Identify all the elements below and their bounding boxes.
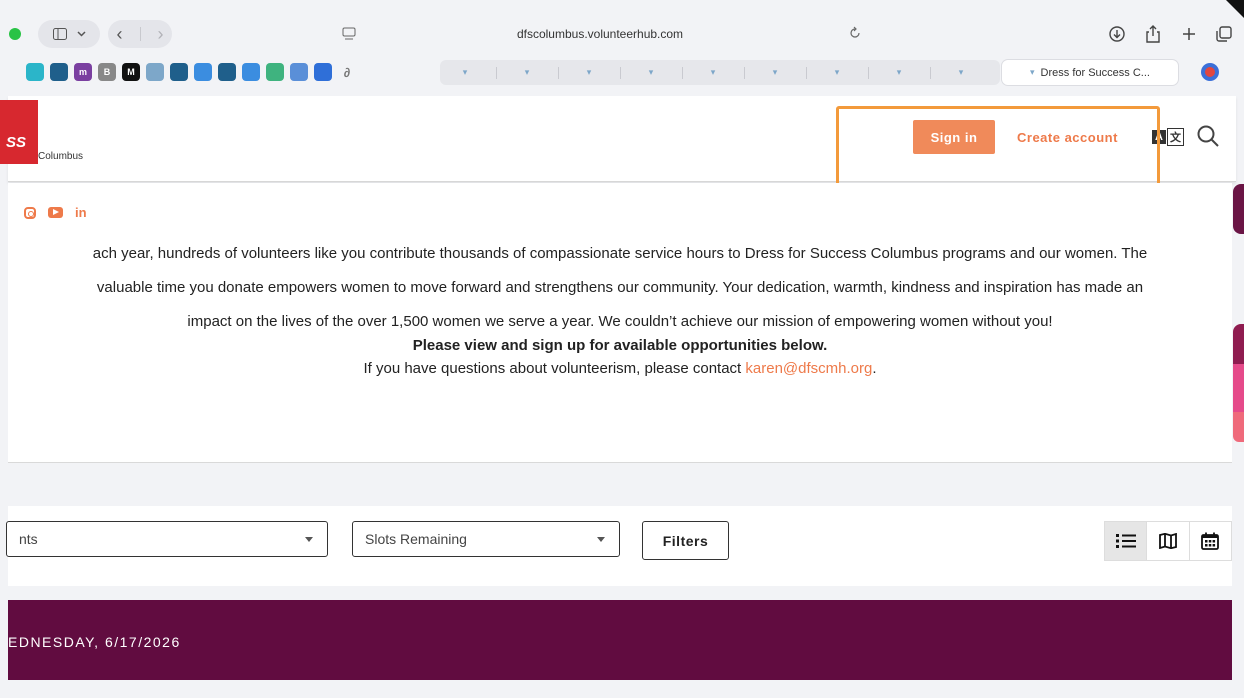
contact-prefix: If you have questions about volunteerism… — [363, 360, 746, 377]
list-icon — [1115, 534, 1136, 548]
window-corner — [1226, 0, 1244, 18]
decorative-shape — [1233, 412, 1244, 442]
pinned-tab-icon[interactable]: ▾ — [832, 67, 842, 77]
tab-favicon-icon: ▾ — [1030, 67, 1035, 77]
calendar-icon — [1201, 532, 1220, 550]
list-view-button[interactable] — [1105, 522, 1148, 560]
favorites-bar: ▾ ▾ ▾ ▾ ▾ ▾ ▾ ▾ ▾ ▾ Dress for Success C... m B M ∂ — [0, 58, 1244, 88]
intro-line-5: If you have questions about volunteerism… — [8, 360, 1232, 378]
logo-text: SS — [6, 134, 27, 151]
tab-divider — [744, 67, 745, 79]
date-group-header: EDNESDAY, 6/17/2026 — [8, 600, 1232, 680]
search-icon[interactable] — [1195, 123, 1221, 149]
pinned-tab-icon[interactable]: ▾ — [956, 67, 966, 77]
b-icon[interactable]: B — [98, 63, 116, 81]
social-links: in — [24, 205, 87, 220]
view-toggle — [1104, 521, 1232, 561]
active-tab-title: Dress for Success C... — [1040, 66, 1150, 79]
event-type-value: nts — [19, 531, 38, 547]
intro-line-3: impact on the lives of the over 1,500 wo… — [187, 313, 1053, 330]
tab-divider — [682, 67, 683, 79]
browser-toolbar: ‹ › dfscolumbus.volunteerhub.com — [0, 0, 1244, 56]
contact-email-link[interactable]: karen@dfscmh.org — [745, 360, 872, 377]
pinned-tab-icon[interactable]: ▾ — [646, 67, 656, 77]
pinned-tab-icon[interactable]: ▾ — [708, 67, 718, 77]
new-tab-icon[interactable] — [1181, 26, 1197, 42]
logo-subtitle: Columbus — [38, 151, 84, 162]
calendar-view-button[interactable] — [1190, 522, 1231, 560]
filters-button[interactable]: Filters — [642, 521, 729, 560]
toolbar-actions — [1108, 20, 1238, 48]
medium-icon[interactable]: M — [122, 63, 140, 81]
lang-b: 文 — [1166, 128, 1184, 146]
sidebar-toggle-button[interactable] — [38, 20, 100, 48]
web-page: SS Columbus Sign in Create account A文 in… — [0, 96, 1244, 698]
intro-line-2: valuable time you donate empowers women … — [96, 279, 1144, 296]
mountain-icon[interactable] — [170, 63, 188, 81]
share-icon[interactable] — [1145, 25, 1161, 43]
pinned-tab-icon[interactable]: ▾ — [460, 67, 470, 77]
decorative-shape — [1233, 364, 1244, 412]
mountain-icon[interactable] — [218, 63, 236, 81]
pinned-tab-icon[interactable]: ▾ — [584, 67, 594, 77]
forward-icon[interactable]: › — [158, 24, 164, 45]
chat-icon[interactable] — [194, 63, 212, 81]
event-type-select[interactable]: nts — [6, 521, 328, 557]
tab-divider — [558, 67, 559, 79]
tab-divider — [496, 67, 497, 79]
tab-divider — [806, 67, 807, 79]
tab-overview-icon[interactable] — [1216, 26, 1232, 42]
square-icon[interactable] — [266, 63, 284, 81]
back-icon[interactable]: ‹ — [117, 24, 123, 45]
nav-divider — [139, 27, 141, 41]
date-header-text: EDNESDAY, 6/17/2026 — [8, 634, 181, 650]
window-control-green[interactable] — [9, 28, 21, 40]
chevron-down-icon — [305, 537, 313, 542]
map-icon — [1159, 533, 1177, 549]
filter-row: nts Slots Remaining Filters — [6, 506, 1232, 586]
url-text[interactable]: dfscolumbus.volunteerhub.com — [330, 27, 870, 41]
address-bar[interactable]: dfscolumbus.volunteerhub.com — [330, 20, 870, 48]
chevron-down-icon — [597, 537, 605, 542]
circle-icon[interactable] — [314, 63, 332, 81]
contact-suffix: . — [872, 360, 877, 377]
pinned-tab-icon[interactable]: ▾ — [522, 67, 532, 77]
extension-icon[interactable] — [1201, 63, 1219, 81]
pinned-tabs: ▾ ▾ ▾ ▾ ▾ ▾ ▾ ▾ ▾ — [440, 60, 1000, 85]
tab-divider — [930, 67, 931, 79]
square-icon[interactable] — [290, 63, 308, 81]
chat-icon[interactable] — [242, 63, 260, 81]
active-tab[interactable]: ▾ Dress for Success C... — [1002, 60, 1178, 85]
v-icon[interactable] — [146, 63, 164, 81]
instagram-icon[interactable] — [24, 206, 36, 219]
mountain-icon[interactable] — [50, 63, 68, 81]
sidebar-icon — [52, 28, 67, 40]
tab-divider — [868, 67, 869, 79]
m-icon[interactable]: m — [74, 63, 92, 81]
reload-icon[interactable] — [848, 25, 862, 41]
linkedin-icon[interactable]: in — [75, 205, 87, 220]
chevron-down-icon — [76, 31, 86, 37]
pinned-tab-icon[interactable]: ▾ — [894, 67, 904, 77]
decorative-shape — [1233, 324, 1244, 364]
history-nav: ‹ › — [108, 20, 172, 48]
feather-icon[interactable]: ∂ — [338, 63, 356, 81]
heart-icon[interactable] — [26, 63, 44, 81]
intro-line-4: Please view and sign up for available op… — [412, 337, 828, 354]
pinned-tab-icon[interactable]: ▾ — [770, 67, 780, 77]
intro-line-1: ach year, hundreds of volunteers like yo… — [92, 245, 1148, 262]
intro-section: in ach year, hundreds of volunteers like… — [8, 183, 1232, 463]
tab-divider — [620, 67, 621, 79]
map-view-button[interactable] — [1147, 522, 1190, 560]
dress-for-success-logo[interactable]: SS — [0, 100, 38, 164]
slots-remaining-select[interactable]: Slots Remaining — [352, 521, 620, 557]
download-icon[interactable] — [1108, 25, 1126, 43]
decorative-shape — [1233, 184, 1244, 234]
slots-remaining-value: Slots Remaining — [365, 531, 467, 547]
youtube-icon[interactable] — [48, 207, 63, 218]
